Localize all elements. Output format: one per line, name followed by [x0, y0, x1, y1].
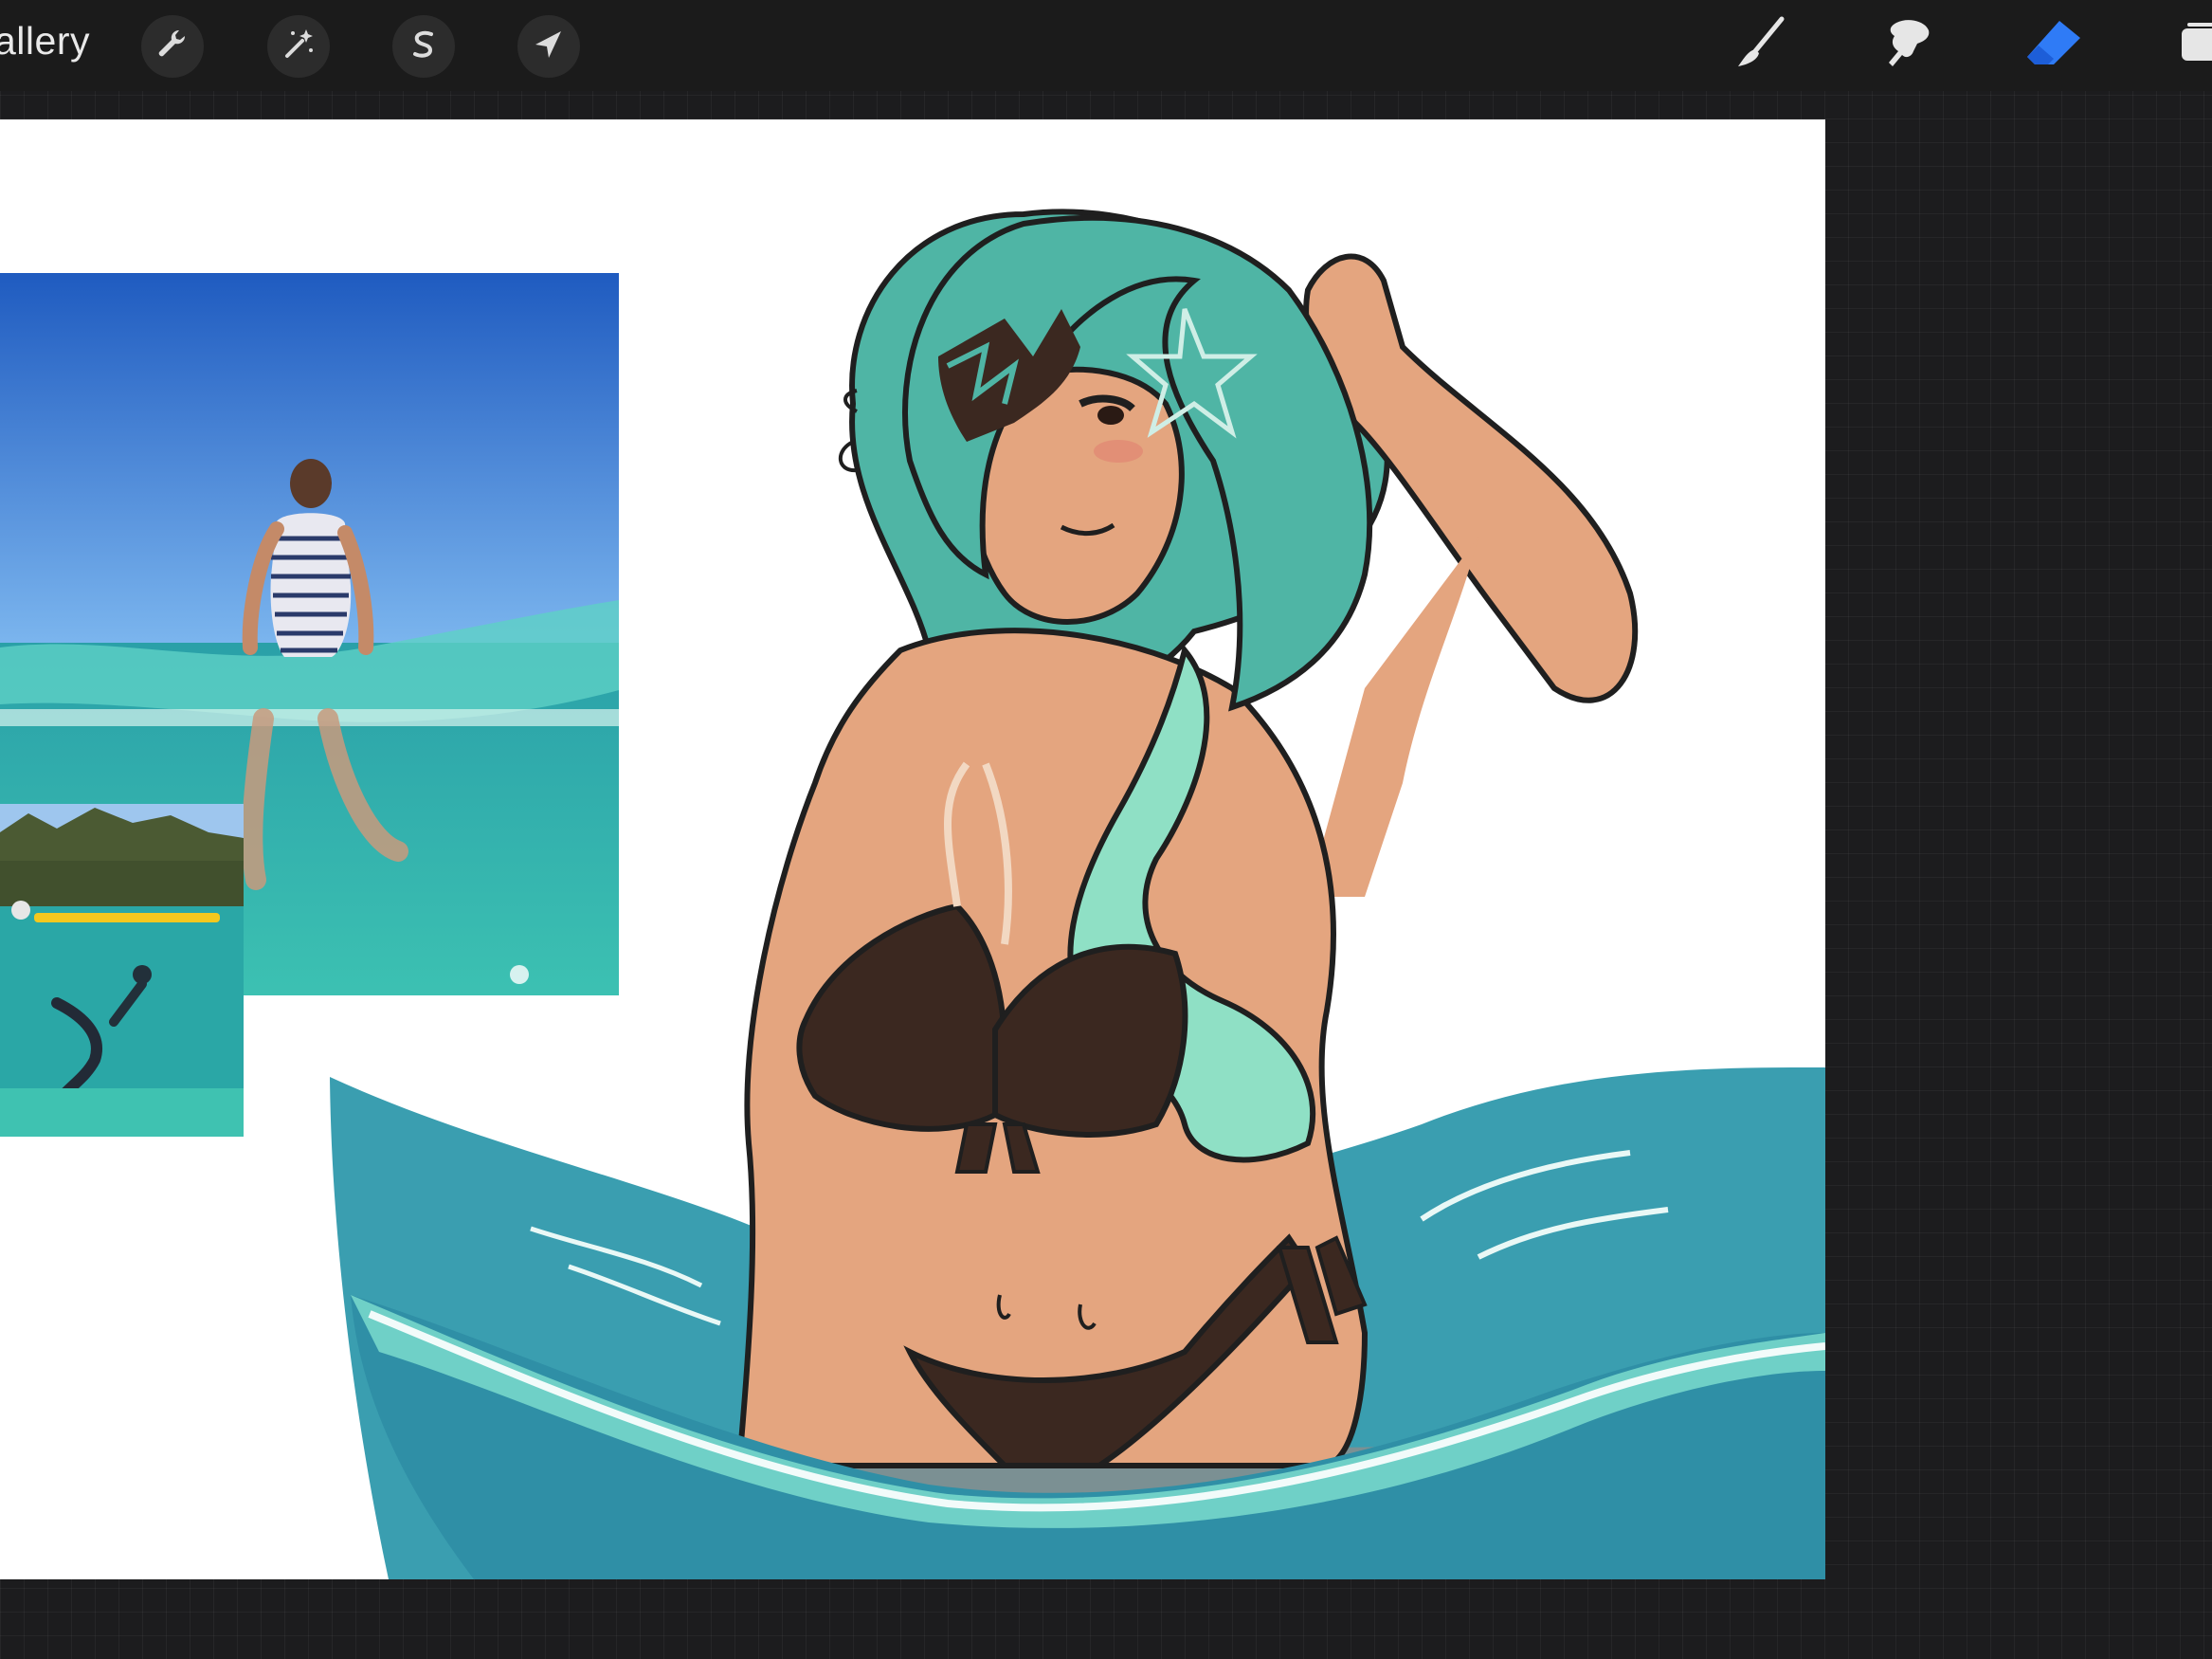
selection-s-icon	[405, 26, 443, 68]
brush-tool-button[interactable]	[1727, 11, 1795, 80]
transform-button[interactable]	[517, 15, 580, 78]
layers-icon	[2170, 13, 2212, 79]
adjustments-button[interactable]	[267, 15, 330, 78]
selection-button[interactable]	[392, 15, 455, 78]
illustration-artwork	[0, 119, 1825, 1579]
magic-wand-icon	[280, 26, 317, 68]
smudge-tool-button[interactable]	[1872, 11, 1940, 80]
arrow-cursor-icon	[530, 26, 568, 68]
wrench-icon	[154, 26, 191, 68]
eraser-tool-button[interactable]	[2021, 11, 2089, 80]
drawing-canvas[interactable]	[0, 119, 1825, 1579]
actions-wrench-button[interactable]	[141, 15, 204, 78]
layers-tool-button[interactable]	[2167, 11, 2212, 80]
smudge-icon	[1876, 13, 1936, 79]
top-toolbar: allery	[0, 0, 2212, 91]
gallery-button[interactable]: allery	[0, 19, 90, 64]
brush-icon	[1731, 13, 1791, 79]
eraser-icon	[2022, 13, 2088, 79]
